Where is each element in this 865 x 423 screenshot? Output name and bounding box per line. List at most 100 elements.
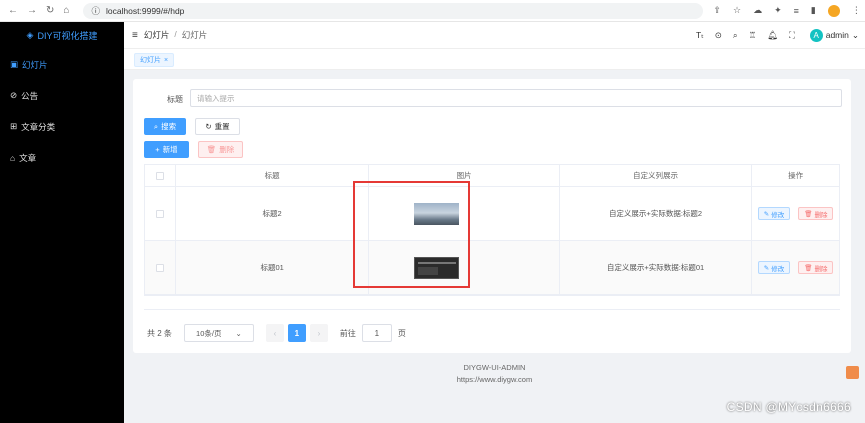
watermark: CSDN @MYcsdn6666 [726, 400, 851, 414]
breadcrumb-separator: / [174, 29, 177, 39]
row-checkbox[interactable] [155, 263, 164, 272]
chevron-down-icon: ⌄ [235, 328, 242, 338]
delete-label: 删除 [814, 211, 828, 219]
sidebar-item-article[interactable]: ⌂ 文章 [0, 142, 124, 173]
back-icon[interactable]: ← [8, 5, 18, 16]
delete-button[interactable]: 🗑︎ 删除 [798, 207, 834, 220]
home-icon[interactable]: ⌂ [63, 5, 69, 16]
prev-page-button[interactable]: ‹ [265, 324, 284, 342]
breadcrumb-item[interactable]: 幻灯片 [144, 29, 170, 41]
pagination: 共 2 条 10条/页 ⌄ ‹ 1 › 前往 1 页 [147, 324, 406, 342]
info-icon: ⓘ [91, 5, 100, 16]
main-card: 标题 请输入提示 ⌕ 搜索 ↻ 重置 + 新增 🗑︎ 删除 标题 图片 自定义列展示 操… [133, 79, 851, 353]
select-all-checkbox[interactable] [155, 171, 164, 180]
avatar: A [809, 28, 823, 42]
column-title: 标题 [264, 171, 280, 180]
floating-helper-icon[interactable] [846, 366, 859, 379]
edit-label: 修改 [771, 211, 785, 219]
search-button-label: 搜索 [161, 122, 177, 131]
sidebar-item-article-category[interactable]: ⊞ 文章分类 [0, 111, 124, 142]
title-filter-input[interactable]: 请输入提示 [190, 89, 842, 107]
image-icon: ▣ [10, 59, 19, 69]
divider [144, 309, 840, 310]
sidebar-item-slides[interactable]: ▣ 幻灯片 [0, 49, 124, 80]
star-icon[interactable]: ☆ [733, 5, 741, 16]
edit-button[interactable]: ✎ 修改 [757, 261, 791, 274]
cell-title: 标题2 [262, 209, 282, 218]
refresh-icon: ↻ [205, 122, 212, 131]
profile-avatar[interactable] [827, 4, 840, 17]
extensions-icon[interactable]: ✦ [774, 5, 782, 16]
cell-custom: 自定义展示+实际数据:标题01 [606, 263, 705, 272]
trash-icon: 🗑︎ [206, 145, 217, 154]
pagination-total: 共 2 条 [147, 328, 172, 338]
edit-button[interactable]: ✎ 修改 [757, 207, 791, 220]
reset-button[interactable]: ↻ 重置 [195, 118, 240, 135]
column-actions: 操作 [751, 165, 839, 186]
cell-actions: ✎ 修改 🗑︎ 删除 [751, 241, 839, 294]
sidebar-item-notice[interactable]: ⊘ 公告 [0, 80, 124, 111]
menu-kebab-icon[interactable]: ⋮ [852, 5, 861, 16]
page-number[interactable]: 1 [287, 324, 306, 342]
tab-slides[interactable]: 幻灯片 × [134, 53, 175, 67]
hamburger-icon[interactable]: ≡ [132, 30, 138, 41]
sidebar: ◈ DIY可视化搭建 ▣ 幻灯片 ⊘ 公告 ⊞ 文章分类 ⌂ 文章 [0, 22, 124, 423]
forward-icon[interactable]: → [27, 5, 37, 16]
select-all-cell [145, 165, 176, 186]
next-page-button[interactable]: › [309, 324, 328, 342]
input-placeholder: 请输入提示 [197, 93, 235, 103]
cell-custom: 自定义展示+实际数据:标题2 [608, 209, 703, 218]
search-button[interactable]: ⌕ 搜索 [144, 118, 186, 135]
chevron-down-icon: ⌄ [851, 29, 859, 40]
share-icon[interactable]: ⇪ [713, 5, 721, 16]
table-row: 标题2 自定义展示+实际数据:标题2 ✎ 修改 🗑︎ 删除 [145, 187, 839, 241]
row-checkbox[interactable] [155, 209, 164, 218]
font-size-icon[interactable]: Tₜ [696, 30, 704, 41]
browser-toolbar: ← → ↻ ⌂ ⓘ localhost:9999/#/hdp ⇪ ☆ ☁ ✦ ≡… [0, 0, 865, 22]
brand: ◈ DIY可视化搭建 [0, 22, 124, 49]
close-icon[interactable]: × [164, 57, 168, 64]
grid-icon: ⊞ [10, 121, 18, 131]
reset-button-label: 重置 [214, 122, 230, 131]
url-text: localhost:9999/#/hdp [105, 5, 185, 16]
compass-icon: ⊘ [10, 90, 18, 100]
reading-list-icon[interactable]: ≡ [794, 6, 799, 16]
footer: DIYGW-UI-ADMIN https://www.diygw.com [124, 362, 865, 386]
brand-title: DIY可视化搭建 [37, 31, 98, 41]
edit-icon: ✎ [763, 210, 770, 218]
bell-icon[interactable]: 🔔︎ [767, 30, 778, 41]
cloud-icon[interactable]: ☁ [753, 5, 762, 16]
batch-delete-button[interactable]: 🗑︎ 删除 [198, 141, 243, 158]
house-icon: ⌂ [10, 152, 16, 163]
breadcrumb: 幻灯片 / 幻灯片 [144, 29, 207, 41]
row-select-cell [145, 241, 176, 294]
breadcrumb-current: 幻灯片 [181, 30, 208, 40]
theme-shirt-icon[interactable]: ♖ [749, 30, 757, 41]
goto-label: 前往 [339, 328, 356, 338]
address-bar[interactable]: ⓘ localhost:9999/#/hdp [83, 2, 704, 19]
footer-link[interactable]: https://www.diygw.com [124, 374, 865, 386]
user-menu[interactable]: A admin ⌄ [809, 28, 859, 42]
sidebar-toggle-icon[interactable]: ▮ [811, 5, 816, 16]
github-icon[interactable]: ⊙ [715, 30, 722, 41]
highlight-box [353, 181, 470, 288]
fullscreen-icon[interactable]: ⛶ [789, 30, 795, 41]
sidebar-item-label: 幻灯片 [22, 59, 48, 70]
column-custom: 自定义列展示 [633, 171, 679, 180]
goto-page-input[interactable]: 1 [361, 324, 392, 342]
delete-button[interactable]: 🗑︎ 删除 [798, 261, 834, 274]
sidebar-item-label: 文章分类 [21, 121, 56, 132]
data-table: 标题 图片 自定义列展示 操作 标题2 自定义展示+实际数据:标题2 ✎ 修改 🗑… [144, 164, 840, 296]
search-icon: ⌕ [153, 121, 159, 131]
tabs-bar: 幻灯片 × [124, 49, 865, 70]
search-icon[interactable]: ⌕ [733, 30, 738, 41]
add-button[interactable]: + 新增 [144, 141, 189, 158]
reload-icon[interactable]: ↻ [46, 5, 54, 16]
cell-actions: ✎ 修改 🗑︎ 删除 [751, 187, 839, 240]
title-filter-label: 标题 [167, 95, 183, 104]
tab-label: 幻灯片 [140, 57, 161, 64]
page-size-select[interactable]: 10条/页 ⌄ [183, 324, 254, 342]
table-row: 标题01 自定义展示+实际数据:标题01 ✎ 修改 🗑︎ 删除 [145, 241, 839, 295]
user-name: admin [825, 30, 849, 40]
app-header: ≡ 幻灯片 / 幻灯片 Tₜ ⊙ ⌕ ♖ 🔔︎ ⛶ A admin ⌄ [124, 22, 865, 49]
